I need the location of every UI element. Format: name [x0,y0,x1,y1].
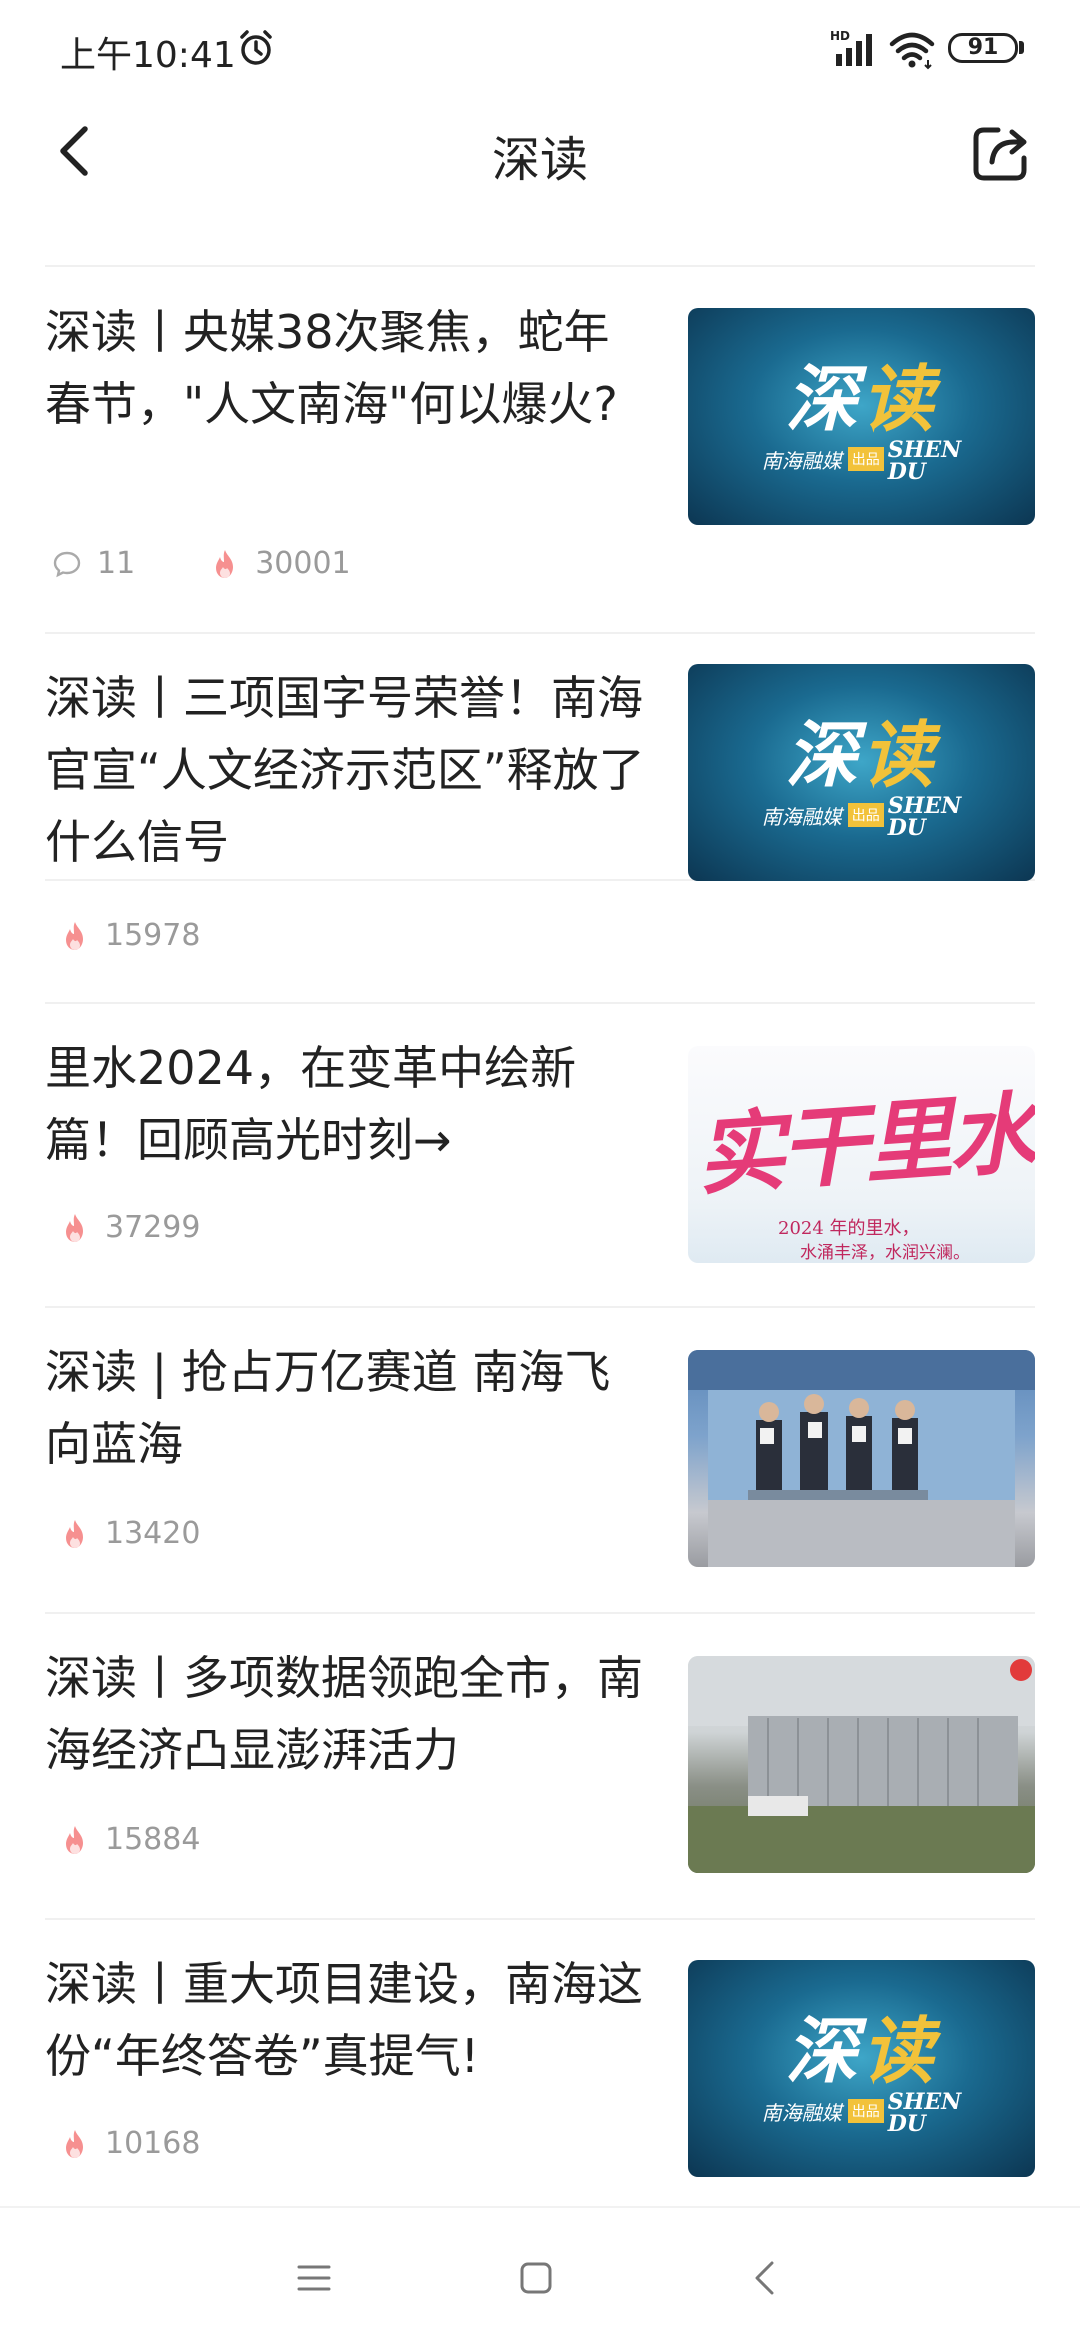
article-title: 深读丨三项国字号荣誉！南海官宣“人文经济示范区”释放了什么信号 [45,671,645,869]
nav-back-button[interactable] [734,2248,794,2308]
network-label: HD [830,29,850,43]
system-nav-bar [0,2206,1080,2340]
article-meta: 15978 [45,918,260,953]
signal-icon: HD [830,29,872,66]
alarm-icon [240,30,272,65]
article-title: 深读丨重大项目建设，南海这份“年终答卷”真提气! [45,1957,643,2083]
flame-icon [66,921,83,950]
article-thumbnail[interactable]: 深读 南海融媒 出品 SHEN DU [688,308,1035,525]
share-icon [973,127,1027,181]
battery-tip [1019,41,1024,54]
list-item[interactable]: 里水2024，在变革中绘新篇！回顾高光时刻→ 37299 实干里水 2024 年… [45,1004,1035,1309]
article-title: 深读 | 抢占万亿赛道 南海飞向蓝海 [45,1345,611,1471]
home-icon [520,2262,552,2294]
top-nav-bar: 深读 [0,96,1080,267]
status-bar: 上午10:41 HD 91 [0,0,1080,96]
list-item[interactable]: 深读丨重大项目建设，南海这份“年终答卷”真提气! 10168 深读 南海融媒 出… [45,1920,1035,2206]
view-count: 15884 [45,1822,200,1857]
back-icon [755,2261,774,2295]
article-thumbnail[interactable]: 深读 南海融媒 出品 SHEN DU [688,664,1035,881]
view-count: 10168 [45,2126,200,2161]
factory-photo [688,1656,1035,1873]
article-meta: 11 30001 [45,546,411,581]
article-title: 深读丨多项数据领跑全市，南海经济凸显澎湃活力 [45,1651,643,1777]
event-photo [688,1350,1035,1567]
flame-icon [216,549,234,578]
list-item[interactable]: 深读 | 抢占万亿赛道 南海飞向蓝海 13420 [45,1308,1035,1612]
article-meta: 37299 [45,1210,260,1245]
status-time: 上午10:41 [60,35,236,76]
flame-icon [66,1825,83,1854]
article-meta: 13420 [45,1516,260,1551]
menu-icon [297,2265,331,2291]
view-count: 37299 [45,1210,200,1245]
article-thumbnail[interactable] [688,1656,1035,1873]
comment-count: 11 [45,546,135,581]
list-item[interactable]: 深读丨多项数据领跑全市，南海经济凸显澎湃活力 15884 [45,1614,1035,1918]
view-count: 15978 [45,918,200,953]
article-title: 里水2024，在变革中绘新篇！回顾高光时刻→ [45,1041,577,1167]
menu-button[interactable] [284,2248,344,2308]
comment-icon [53,551,81,577]
home-button[interactable] [506,2248,566,2308]
article-thumbnail[interactable]: 深读 南海融媒 出品 SHEN DU [688,1960,1035,2177]
page-title: 深读 [491,132,588,188]
flame-icon [66,2129,83,2158]
battery-indicator: 91 [948,33,1018,63]
view-count: 13420 [45,1516,200,1551]
flame-icon [66,1519,83,1548]
article-meta: 10168 [45,2126,260,2161]
share-button[interactable] [962,116,1038,192]
article-title: 深读丨央媒38次聚焦，蛇年春节，"人文南海"何以爆火? [45,305,618,431]
article-thumbnail[interactable]: 实干里水 2024 年的里水， 水涌丰泽，水润兴澜。 [688,1046,1035,1263]
article-list: 深读丨央媒38次聚焦，蛇年春节，"人文南海"何以爆火? 11 30001 深读 … [0,266,1080,881]
article-meta: 15884 [45,1822,260,1857]
thumb-shendu-title: 深读 [785,356,938,441]
list-item[interactable]: 深读丨三项国字号荣誉！南海官宣“人文经济示范区”释放了什么信号 深读 南海融媒 … [45,634,1035,881]
wifi-icon [889,32,935,70]
list-item[interactable]: 深读丨央媒38次聚焦，蛇年春节，"人文南海"何以爆火? 11 30001 深读 … [45,266,1035,634]
article-thumbnail[interactable] [688,1350,1035,1567]
view-count: 30001 [195,546,351,581]
flame-icon [66,1213,83,1242]
